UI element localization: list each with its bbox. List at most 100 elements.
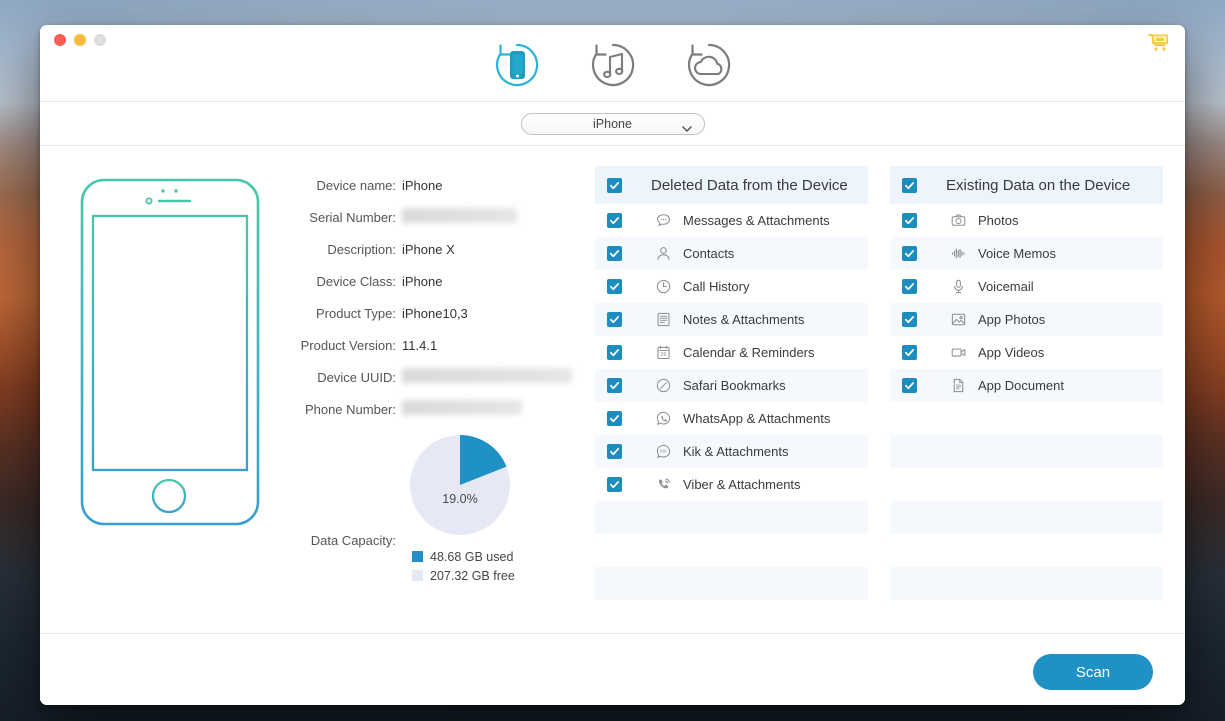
checkbox-list-item[interactable]: [902, 312, 917, 327]
checkbox-list-item[interactable]: [607, 213, 622, 228]
device-info-label: Product Version:: [300, 337, 396, 353]
recovery-mode-toolbar: [40, 39, 1185, 91]
recover-from-itunes-button[interactable]: [587, 39, 639, 91]
calendar-icon: 26: [651, 344, 675, 361]
legend-item-free: 207.32 GB free: [412, 566, 515, 585]
checkbox-list-item[interactable]: [902, 213, 917, 228]
capacity-pie-chart: 19.0%: [408, 433, 512, 537]
list-item[interactable]: App Videos: [890, 336, 1163, 369]
capacity-percent-label: 19.0%: [442, 492, 478, 507]
whatsapp-icon: [651, 410, 675, 427]
svg-text:26: 26: [660, 352, 666, 358]
list-item-empty: [890, 534, 1163, 567]
list-header-deleted-data[interactable]: Deleted Data from the Device: [595, 166, 868, 204]
checkbox-list-item[interactable]: [902, 378, 917, 393]
device-info-panel: Device name: iPhone Serial Number: Descript…: [277, 166, 587, 633]
app-window: iPhone Device name: iPhone Serial Number…: [40, 25, 1185, 705]
device-info-value: iPhone X: [402, 241, 455, 257]
legend-swatch-free: [412, 570, 423, 581]
list-item-empty: [890, 567, 1163, 600]
legend-label-free: 207.32 GB free: [430, 568, 515, 583]
list-header-existing-data[interactable]: Existing Data on the Device: [890, 166, 1163, 204]
checkbox-list-item[interactable]: [607, 246, 622, 261]
device-select[interactable]: iPhone: [520, 112, 705, 135]
device-info-value-redacted: [402, 400, 522, 418]
viber-icon: [651, 476, 675, 493]
list-item[interactable]: App Document: [890, 369, 1163, 402]
device-info-row: Product Version: 11.4.1: [277, 329, 587, 361]
list-item-empty: [890, 435, 1163, 468]
scan-button[interactable]: Scan: [1033, 654, 1153, 690]
device-info-row: Phone Number:: [277, 393, 587, 425]
redacted-value: [402, 368, 572, 383]
video-camera-icon: [946, 344, 970, 361]
list-item[interactable]: 26 Calendar & Reminders: [595, 336, 868, 369]
list-item-label: Safari Bookmarks: [683, 378, 786, 393]
checkbox-list-item[interactable]: [902, 345, 917, 360]
checkbox-list-item[interactable]: [902, 279, 917, 294]
list-item[interactable]: Viber & Attachments: [595, 468, 868, 501]
device-info-value-redacted: [402, 208, 517, 226]
checkbox-existing-data-all[interactable]: [902, 177, 917, 193]
legend-swatch-used: [412, 551, 423, 562]
chevron-down-icon: [681, 121, 692, 132]
list-item-label: App Document: [978, 378, 1064, 393]
device-info-row: Device name: iPhone: [277, 169, 587, 201]
data-type-lists: Deleted Data from the Device Messages & A…: [587, 166, 1163, 633]
list-item[interactable]: KIK Kik & Attachments: [595, 435, 868, 468]
device-info-value: iPhone: [402, 273, 443, 289]
device-select-bar: iPhone: [40, 102, 1185, 146]
list-item[interactable]: Call History: [595, 270, 868, 303]
device-info-value: iPhone: [402, 177, 443, 193]
checkbox-list-item[interactable]: [607, 411, 622, 426]
svg-text:KIK: KIK: [660, 449, 667, 454]
list-item[interactable]: Voicemail: [890, 270, 1163, 303]
list-item-empty: [890, 501, 1163, 534]
list-item-label: Messages & Attachments: [683, 213, 830, 228]
list-item-label: Voicemail: [978, 279, 1034, 294]
list-item[interactable]: WhatsApp & Attachments: [595, 402, 868, 435]
list-item-label: Photos: [978, 213, 1019, 228]
checkbox-deleted-data-all[interactable]: [607, 177, 622, 193]
device-info-row: Device Class: iPhone: [277, 265, 587, 297]
image-icon: [946, 311, 970, 328]
recover-from-device-button[interactable]: [491, 39, 543, 91]
device-info-value-redacted: [402, 368, 572, 386]
list-item[interactable]: Messages & Attachments: [595, 204, 868, 237]
list-item-label: Notes & Attachments: [683, 312, 805, 327]
device-info-value: iPhone10,3: [402, 305, 468, 321]
device-info-label: Product Type:: [316, 305, 396, 321]
document-icon: [946, 377, 970, 394]
list-item-label: App Videos: [978, 345, 1045, 360]
list-item[interactable]: Voice Memos: [890, 237, 1163, 270]
list-header-label: Deleted Data from the Device: [651, 176, 848, 194]
shopping-cart-icon[interactable]: [1147, 31, 1169, 53]
list-item[interactable]: Contacts: [595, 237, 868, 270]
checkbox-list-item[interactable]: [607, 312, 622, 327]
redacted-value: [402, 400, 522, 415]
redacted-value: [402, 208, 517, 223]
waveform-icon: [946, 245, 970, 262]
legend-item-used: 48.68 GB used: [412, 547, 515, 566]
list-item[interactable]: Notes & Attachments: [595, 303, 868, 336]
checkbox-list-item[interactable]: [607, 279, 622, 294]
list-item[interactable]: Safari Bookmarks: [595, 369, 868, 402]
device-info-label: Description:: [327, 241, 396, 257]
checkbox-list-item[interactable]: [607, 345, 622, 360]
device-info-row: Product Type: iPhone10,3: [277, 297, 587, 329]
contact-person-icon: [651, 245, 675, 262]
recover-from-icloud-button[interactable]: [683, 39, 735, 91]
list-item[interactable]: App Photos: [890, 303, 1163, 336]
checkbox-list-item[interactable]: [607, 444, 622, 459]
list-item-empty: [890, 600, 1163, 633]
capacity-legend: 48.68 GB used 207.32 GB free: [412, 547, 515, 585]
checkbox-list-item[interactable]: [607, 378, 622, 393]
list-item-label: App Photos: [978, 312, 1046, 327]
list-item-label: Kik & Attachments: [683, 444, 789, 459]
checkbox-list-item[interactable]: [607, 477, 622, 492]
checkbox-list-item[interactable]: [902, 246, 917, 261]
list-item[interactable]: Photos: [890, 204, 1163, 237]
list-item-label: Viber & Attachments: [683, 477, 801, 492]
safari-compass-icon: [651, 377, 675, 394]
device-info-value: 11.4.1: [402, 337, 438, 353]
